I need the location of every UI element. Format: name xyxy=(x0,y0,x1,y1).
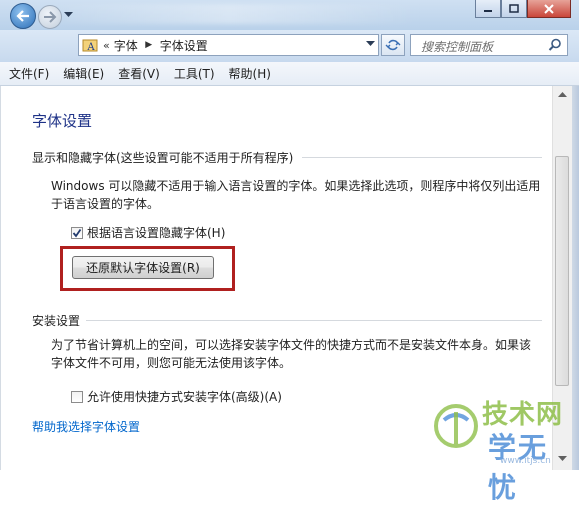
section-divider xyxy=(302,157,542,158)
section1-description-line1: Windows 可以隐藏不适用于输入语言设置的字体。如果选择此选项，则程序中将仅… xyxy=(51,179,541,193)
window-titlebar xyxy=(0,0,579,30)
section-divider xyxy=(86,320,542,321)
menu-tools[interactable]: 工具(T) xyxy=(167,65,222,82)
watermark-url: www.itjs.cn xyxy=(500,456,551,466)
hide-fonts-checkbox-label[interactable]: 根据语言设置隐藏字体(H) xyxy=(87,224,225,241)
menu-file[interactable]: 文件(F) xyxy=(0,65,56,82)
recent-pages-dropdown-icon[interactable] xyxy=(64,12,73,18)
scrollbar-thumb[interactable] xyxy=(555,156,569,386)
shortcut-install-checkbox[interactable] xyxy=(71,390,83,403)
address-bar[interactable]: A « 字体 ▶ 字体设置 xyxy=(78,34,379,56)
close-button[interactable] xyxy=(527,0,571,18)
section2-description-line1: 为了节省计算机上的空间，可以选择安装字体文件的快捷方式而不是安装文件本身。如果该 xyxy=(51,338,532,352)
blurred-background xyxy=(40,4,420,24)
refresh-icon xyxy=(385,39,401,51)
window-controls xyxy=(475,0,571,18)
scroll-up-icon[interactable] xyxy=(558,92,567,98)
hide-fonts-checkbox[interactable] xyxy=(71,226,83,239)
forward-arrow-icon xyxy=(44,11,57,23)
minimize-button[interactable] xyxy=(475,0,501,18)
search-icon[interactable] xyxy=(548,38,562,52)
watermark-line2: 学无忧 xyxy=(488,431,549,504)
watermark-logo-icon xyxy=(434,404,478,448)
breadcrumb-fonts[interactable]: 字体 xyxy=(114,37,138,54)
help-choose-font-settings-link[interactable]: 帮助我选择字体设置 xyxy=(32,418,140,435)
menu-help[interactable]: 帮助(H) xyxy=(222,65,278,82)
back-button[interactable] xyxy=(10,3,36,29)
section2-description-line2: 字体文件不可用，则您可能无法使用该字体。 xyxy=(51,356,292,370)
site-watermark: 技术网 学无忧 www.itjs.cn xyxy=(430,392,570,504)
window-border xyxy=(572,86,579,470)
page-title: 字体设置 xyxy=(32,112,93,130)
breadcrumb-arrow-icon[interactable]: ▶ xyxy=(144,40,154,50)
address-dropdown-icon[interactable] xyxy=(366,41,375,47)
svg-text:A: A xyxy=(86,42,95,53)
fonts-folder-icon: A xyxy=(82,39,98,53)
shortcut-install-checkbox-row[interactable]: 允许使用快捷方式安装字体(高级)(A) xyxy=(71,388,282,405)
section-display-hide-fonts-title: 显示和隐藏字体(这些设置可能不适用于所有程序) xyxy=(32,151,294,165)
section1-description-line2: 于语言设置的字体。 xyxy=(51,197,160,211)
breadcrumb-overflow[interactable]: « xyxy=(103,39,110,52)
menu-bar: 文件(F) 编辑(E) 查看(V) 工具(T) 帮助(H) xyxy=(0,62,579,86)
menu-view[interactable]: 查看(V) xyxy=(111,65,167,82)
search-input[interactable]: 搜索控制面板 xyxy=(410,34,568,56)
maximize-button[interactable] xyxy=(501,0,527,18)
close-icon xyxy=(544,3,554,14)
menu-edit[interactable]: 编辑(E) xyxy=(56,65,111,82)
restore-default-font-settings-button[interactable]: 还原默认字体设置(R) xyxy=(72,256,214,279)
shortcut-install-checkbox-label[interactable]: 允许使用快捷方式安装字体(高级)(A) xyxy=(87,388,282,405)
minimize-icon xyxy=(484,9,492,12)
section-install-settings-title: 安装设置 xyxy=(32,314,81,328)
checkmark-icon xyxy=(72,228,82,237)
maximize-icon xyxy=(509,4,519,13)
back-arrow-icon xyxy=(16,10,29,22)
refresh-button[interactable] xyxy=(381,34,405,56)
hide-fonts-checkbox-row[interactable]: 根据语言设置隐藏字体(H) xyxy=(71,224,225,241)
search-placeholder: 搜索控制面板 xyxy=(421,40,494,54)
forward-button[interactable] xyxy=(38,5,62,29)
breadcrumb-font-settings[interactable]: 字体设置 xyxy=(160,37,208,54)
